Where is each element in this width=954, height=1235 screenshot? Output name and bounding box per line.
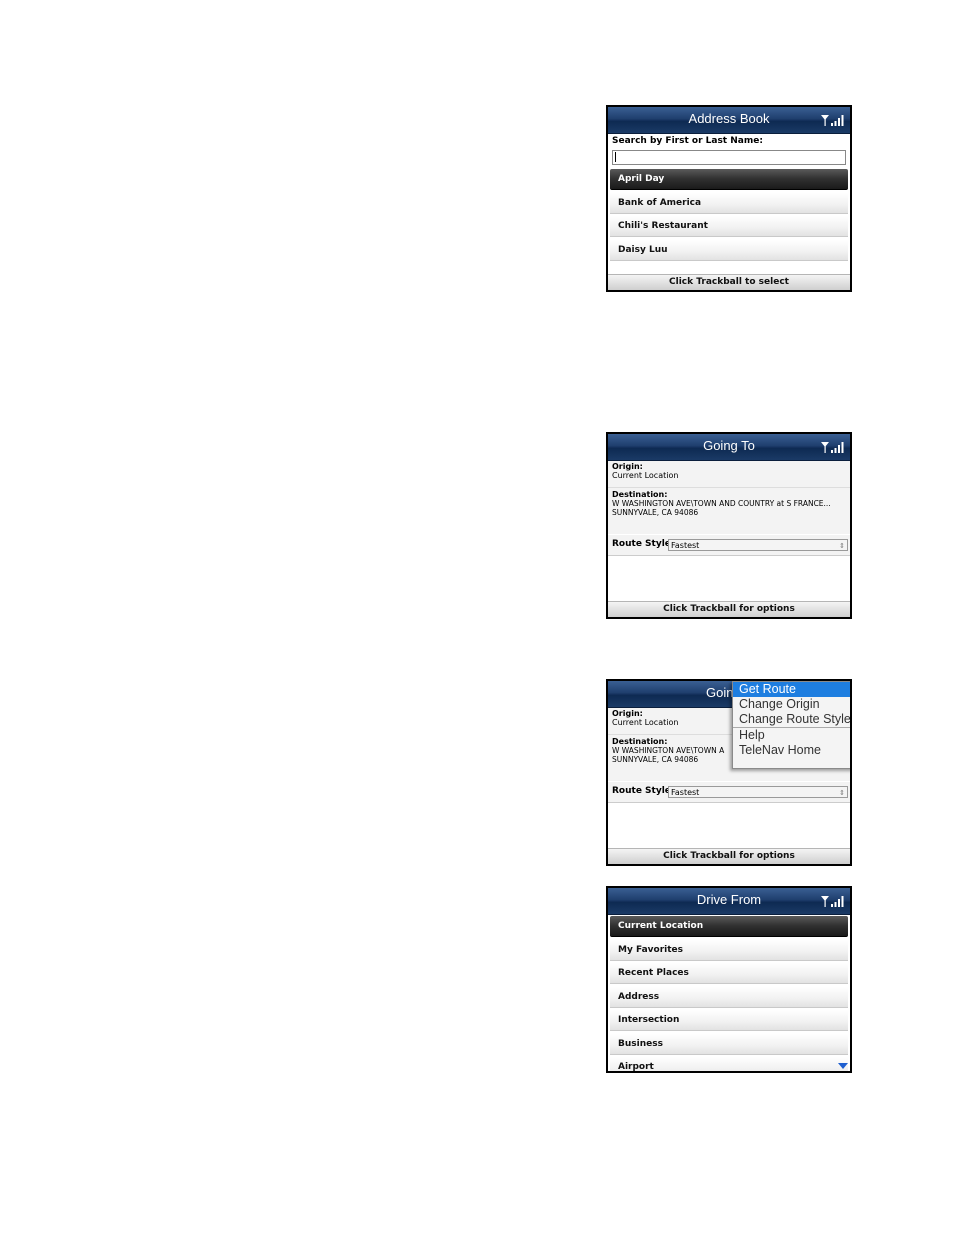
signal-strength-icon bbox=[821, 115, 844, 126]
screen-title: Address Book bbox=[688, 111, 770, 126]
destination-line1: W WASHINGTON AVE\TOWN AND COUNTRY at S F… bbox=[612, 499, 831, 508]
route-style-select[interactable]: Fastest ⇕ bbox=[668, 786, 848, 798]
route-style-select[interactable]: Fastest ⇕ bbox=[668, 539, 848, 551]
drive-from-screen: Drive From Current Location My Favorites… bbox=[606, 886, 852, 1073]
destination-line2: SUNNYVALE, CA 94086 bbox=[612, 508, 699, 517]
list-item[interactable]: Chili's Restaurant bbox=[610, 216, 848, 237]
route-style-value: Fastest bbox=[671, 541, 700, 550]
signal-strength-icon bbox=[821, 442, 844, 453]
list-item[interactable]: Bank of America bbox=[610, 193, 848, 214]
list-item[interactable]: Recent Places bbox=[610, 963, 848, 984]
menu-item-telenav-home[interactable]: TeleNav Home bbox=[733, 743, 850, 758]
status-bar: Click Trackball to select bbox=[608, 274, 850, 290]
menu-item-help[interactable]: Help bbox=[733, 728, 850, 743]
origin-label: Origin: bbox=[612, 462, 643, 471]
title-bar: Address Book bbox=[608, 107, 850, 134]
list-item[interactable]: Address bbox=[610, 987, 848, 1008]
status-bar: Click Trackball for options bbox=[608, 601, 850, 617]
list-item[interactable]: Airport bbox=[610, 1057, 848, 1071]
signal-strength-icon bbox=[821, 896, 844, 907]
menu-item-change-route-style[interactable]: Change Route Style bbox=[733, 712, 850, 728]
screen-title: Goin bbox=[706, 685, 734, 700]
search-label: Search by First or Last Name: bbox=[612, 136, 763, 146]
route-style-row[interactable]: Route Style: Fastest ⇕ bbox=[608, 782, 850, 803]
list-item[interactable]: My Favorites bbox=[610, 940, 848, 961]
route-style-label: Route Style: bbox=[612, 539, 675, 549]
title-bar: Going To bbox=[608, 434, 850, 461]
select-arrow-icon: ⇕ bbox=[839, 789, 845, 797]
screen-title: Going To bbox=[703, 438, 755, 453]
select-arrow-icon: ⇕ bbox=[839, 542, 845, 550]
scroll-down-arrow-icon[interactable] bbox=[838, 1063, 848, 1069]
list-item[interactable]: Business bbox=[610, 1034, 848, 1055]
menu-item-change-origin[interactable]: Change Origin bbox=[733, 697, 850, 712]
search-input[interactable] bbox=[612, 150, 846, 165]
list-item[interactable]: April Day bbox=[610, 169, 848, 190]
list-item[interactable]: Daisy Luu bbox=[610, 240, 848, 261]
route-style-label: Route Style: bbox=[612, 786, 675, 796]
list-item[interactable]: Intersection bbox=[610, 1010, 848, 1031]
options-menu: Get Route Change Origin Change Route Sty… bbox=[732, 681, 850, 769]
menu-item-get-route[interactable]: Get Route bbox=[733, 682, 850, 697]
route-style-row[interactable]: Route Style: Fastest ⇕ bbox=[608, 535, 850, 556]
going-to-screen: Going To Origin: Current Location Destin… bbox=[606, 432, 852, 619]
origin-section[interactable]: Origin: Current Location bbox=[608, 461, 850, 488]
address-book-screen: Address Book Search by First or Last Nam… bbox=[606, 105, 852, 292]
title-bar: Drive From bbox=[608, 888, 850, 915]
origin-value: Current Location bbox=[612, 471, 679, 480]
going-to-menu-screen: Goin Origin: Current Location Destinatio… bbox=[606, 679, 852, 866]
text-cursor bbox=[615, 152, 616, 162]
status-bar: Click Trackball for options bbox=[608, 848, 850, 864]
screen-title: Drive From bbox=[696, 892, 762, 907]
list-item[interactable]: Current Location bbox=[610, 916, 848, 937]
destination-label: Destination: bbox=[612, 490, 668, 499]
route-style-value: Fastest bbox=[671, 788, 700, 797]
destination-section[interactable]: Destination: W WASHINGTON AVE\TOWN AND C… bbox=[608, 488, 850, 534]
